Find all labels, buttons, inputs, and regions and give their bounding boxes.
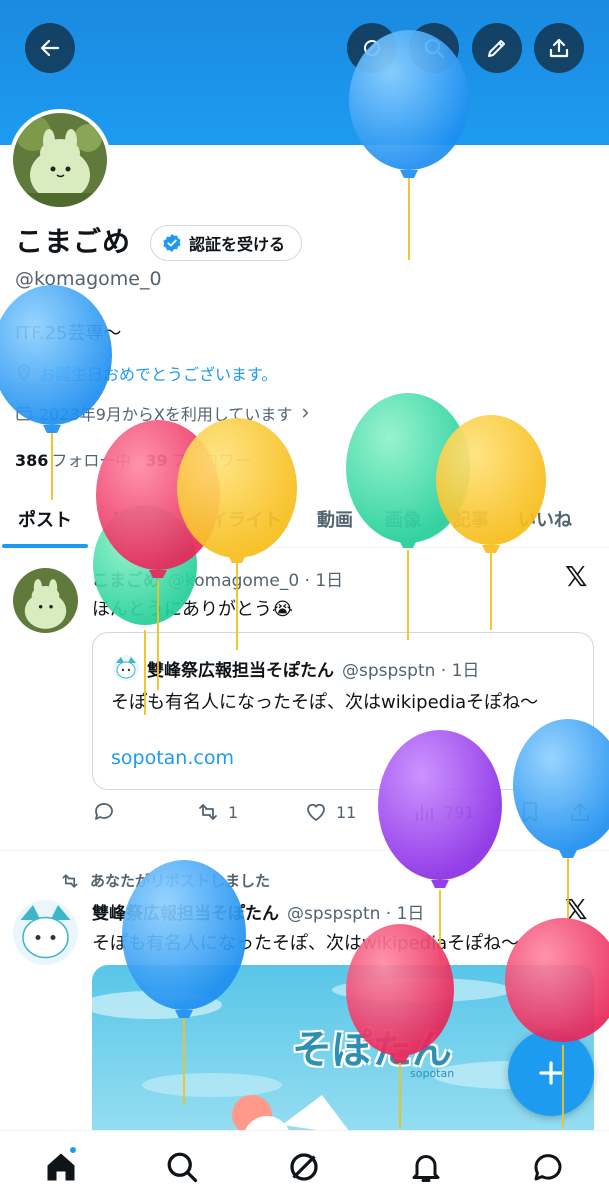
- share-icon: [571, 803, 589, 821]
- back-button[interactable]: [25, 23, 75, 73]
- location-pin-icon: [18, 364, 30, 381]
- repost-indicator-text: あなたがリポストしました: [90, 872, 271, 890]
- share-post-button[interactable]: [568, 800, 592, 824]
- profile-name: こまごめ: [15, 225, 132, 258]
- repost-indicator: あなたがリポストしました: [60, 870, 270, 891]
- quoted-author-name: 雙峰祭広報担当そぽたん: [147, 660, 334, 681]
- post-author-name[interactable]: こまごめ: [92, 566, 160, 591]
- calendar-icon: [16, 406, 32, 421]
- tab-posts[interactable]: ポスト: [0, 490, 90, 548]
- post-meta: @komagome_0 · 1日: [168, 571, 344, 591]
- heart-icon: [307, 803, 325, 822]
- share-icon: [549, 38, 569, 58]
- reply-button[interactable]: [92, 800, 116, 824]
- quoted-post-text: そぽも有名人になったそぽ、次はwikipediaそぽね〜: [111, 692, 539, 713]
- repost-count: 1: [228, 802, 239, 822]
- quoted-post-header: 雙峰祭広報担当そぽたん @spspsptn · 1日: [113, 655, 479, 681]
- bookmark-icon: [523, 802, 537, 822]
- chevron-right-icon[interactable]: [298, 406, 312, 420]
- post-text: ほんとうにありがとう😭: [92, 599, 294, 620]
- tab-images[interactable]: 画像: [368, 490, 438, 548]
- birthday-text: お誕生日おめでとうございます。: [39, 365, 278, 384]
- share-button[interactable]: [534, 23, 584, 73]
- tab-videos[interactable]: 動画: [302, 490, 368, 548]
- sopotan-avatar-image: [113, 655, 139, 681]
- joined-text: 2023年9月からXを利用しています: [39, 405, 293, 424]
- notification-dot: [68, 1145, 78, 1155]
- post-author-avatar[interactable]: [13, 568, 78, 633]
- quoted-post[interactable]: 雙峰祭広報担当そぽたん @spspsptn · 1日 そぽも有名人になったそぽ、…: [92, 632, 594, 790]
- tab-likes[interactable]: いいね: [504, 490, 586, 548]
- arrow-left-icon: [40, 39, 60, 57]
- bell-icon[interactable]: [408, 1149, 444, 1185]
- repost-icon: [199, 804, 217, 820]
- bar-chart-icon: [416, 804, 433, 821]
- bookmark-button[interactable]: [518, 800, 542, 824]
- verified-badge-icon: [163, 233, 181, 253]
- following-count: 386: [15, 451, 49, 470]
- search-icon: [424, 38, 445, 59]
- messages-icon[interactable]: [530, 1149, 566, 1185]
- birthday-row: お誕生日おめでとうございます。: [15, 361, 277, 385]
- profile-avatar[interactable]: [9, 109, 111, 211]
- quoted-post-link[interactable]: sopotan.com: [111, 747, 234, 769]
- post-meta: @spspsptn · 1日: [287, 904, 425, 924]
- like-button[interactable]: 11: [304, 800, 356, 824]
- profile-handle: @komagome_0: [15, 268, 162, 290]
- following-link[interactable]: 386 フォロー中: [15, 447, 131, 471]
- profile-tabs: ポスト 返信 ハイライト 動画 画像 記事 いいね: [0, 490, 609, 548]
- get-verified-button[interactable]: 認証を受ける: [150, 225, 303, 261]
- tab-replies[interactable]: 返信: [90, 490, 172, 548]
- plush-avatar-image: [13, 113, 107, 207]
- edit-button[interactable]: [472, 23, 522, 73]
- post-divider: [0, 850, 609, 851]
- repost-icon: [62, 873, 78, 888]
- grok-button[interactable]: [347, 23, 397, 73]
- post-author-avatar[interactable]: [13, 900, 78, 965]
- grok-icon: [364, 40, 380, 56]
- view-count: 791: [444, 802, 475, 822]
- post-actions: 1 11 791: [92, 800, 602, 830]
- post-header: 雙峰祭広報担当そぽたん @spspsptn · 1日: [92, 899, 424, 924]
- x-logo-icon: 𝕏: [565, 560, 588, 593]
- search-icon[interactable]: [164, 1149, 200, 1185]
- reply-icon: [95, 803, 113, 820]
- like-count: 11: [336, 802, 357, 822]
- followers-link[interactable]: 39 フォロワー: [145, 447, 250, 471]
- plush-avatar-image: [13, 568, 78, 633]
- plus-icon: [539, 1061, 563, 1085]
- search-button[interactable]: [409, 23, 459, 73]
- compose-post-button[interactable]: [508, 1030, 594, 1116]
- post-author-name[interactable]: 雙峰祭広報担当そぽたん: [92, 899, 279, 924]
- joined-row: 2023年9月からXを利用しています: [15, 401, 312, 425]
- followers-count: 39: [145, 451, 168, 470]
- quoted-author-avatar: [113, 655, 139, 681]
- sopotan-avatar-image: [13, 900, 78, 965]
- pencil-icon: [488, 40, 505, 57]
- repost-button[interactable]: 1: [196, 800, 238, 824]
- media-subtitle-text: sopotan: [410, 1067, 455, 1080]
- get-verified-label: 認証を受ける: [189, 235, 286, 254]
- bottom-navigation: [0, 1130, 609, 1200]
- tab-highlights[interactable]: ハイライト: [172, 490, 302, 548]
- views-button[interactable]: 791: [412, 800, 475, 824]
- quoted-post-meta: @spspsptn · 1日: [342, 660, 480, 681]
- post-text: そぽも有名人になったそぽ、次はwikipediaそぽね〜: [92, 933, 520, 954]
- post-header: こまごめ @komagome_0 · 1日: [92, 566, 343, 591]
- follow-stats: 386 フォロー中 39 フォロワー: [15, 447, 251, 471]
- profile-bio: ITF.25芸専〜: [15, 323, 122, 344]
- followers-label: フォロワー: [170, 451, 251, 470]
- x-logo-icon: 𝕏: [565, 893, 588, 926]
- tab-articles[interactable]: 記事: [438, 490, 504, 548]
- following-label: フォロー中: [51, 451, 132, 470]
- grok-icon[interactable]: [286, 1149, 322, 1185]
